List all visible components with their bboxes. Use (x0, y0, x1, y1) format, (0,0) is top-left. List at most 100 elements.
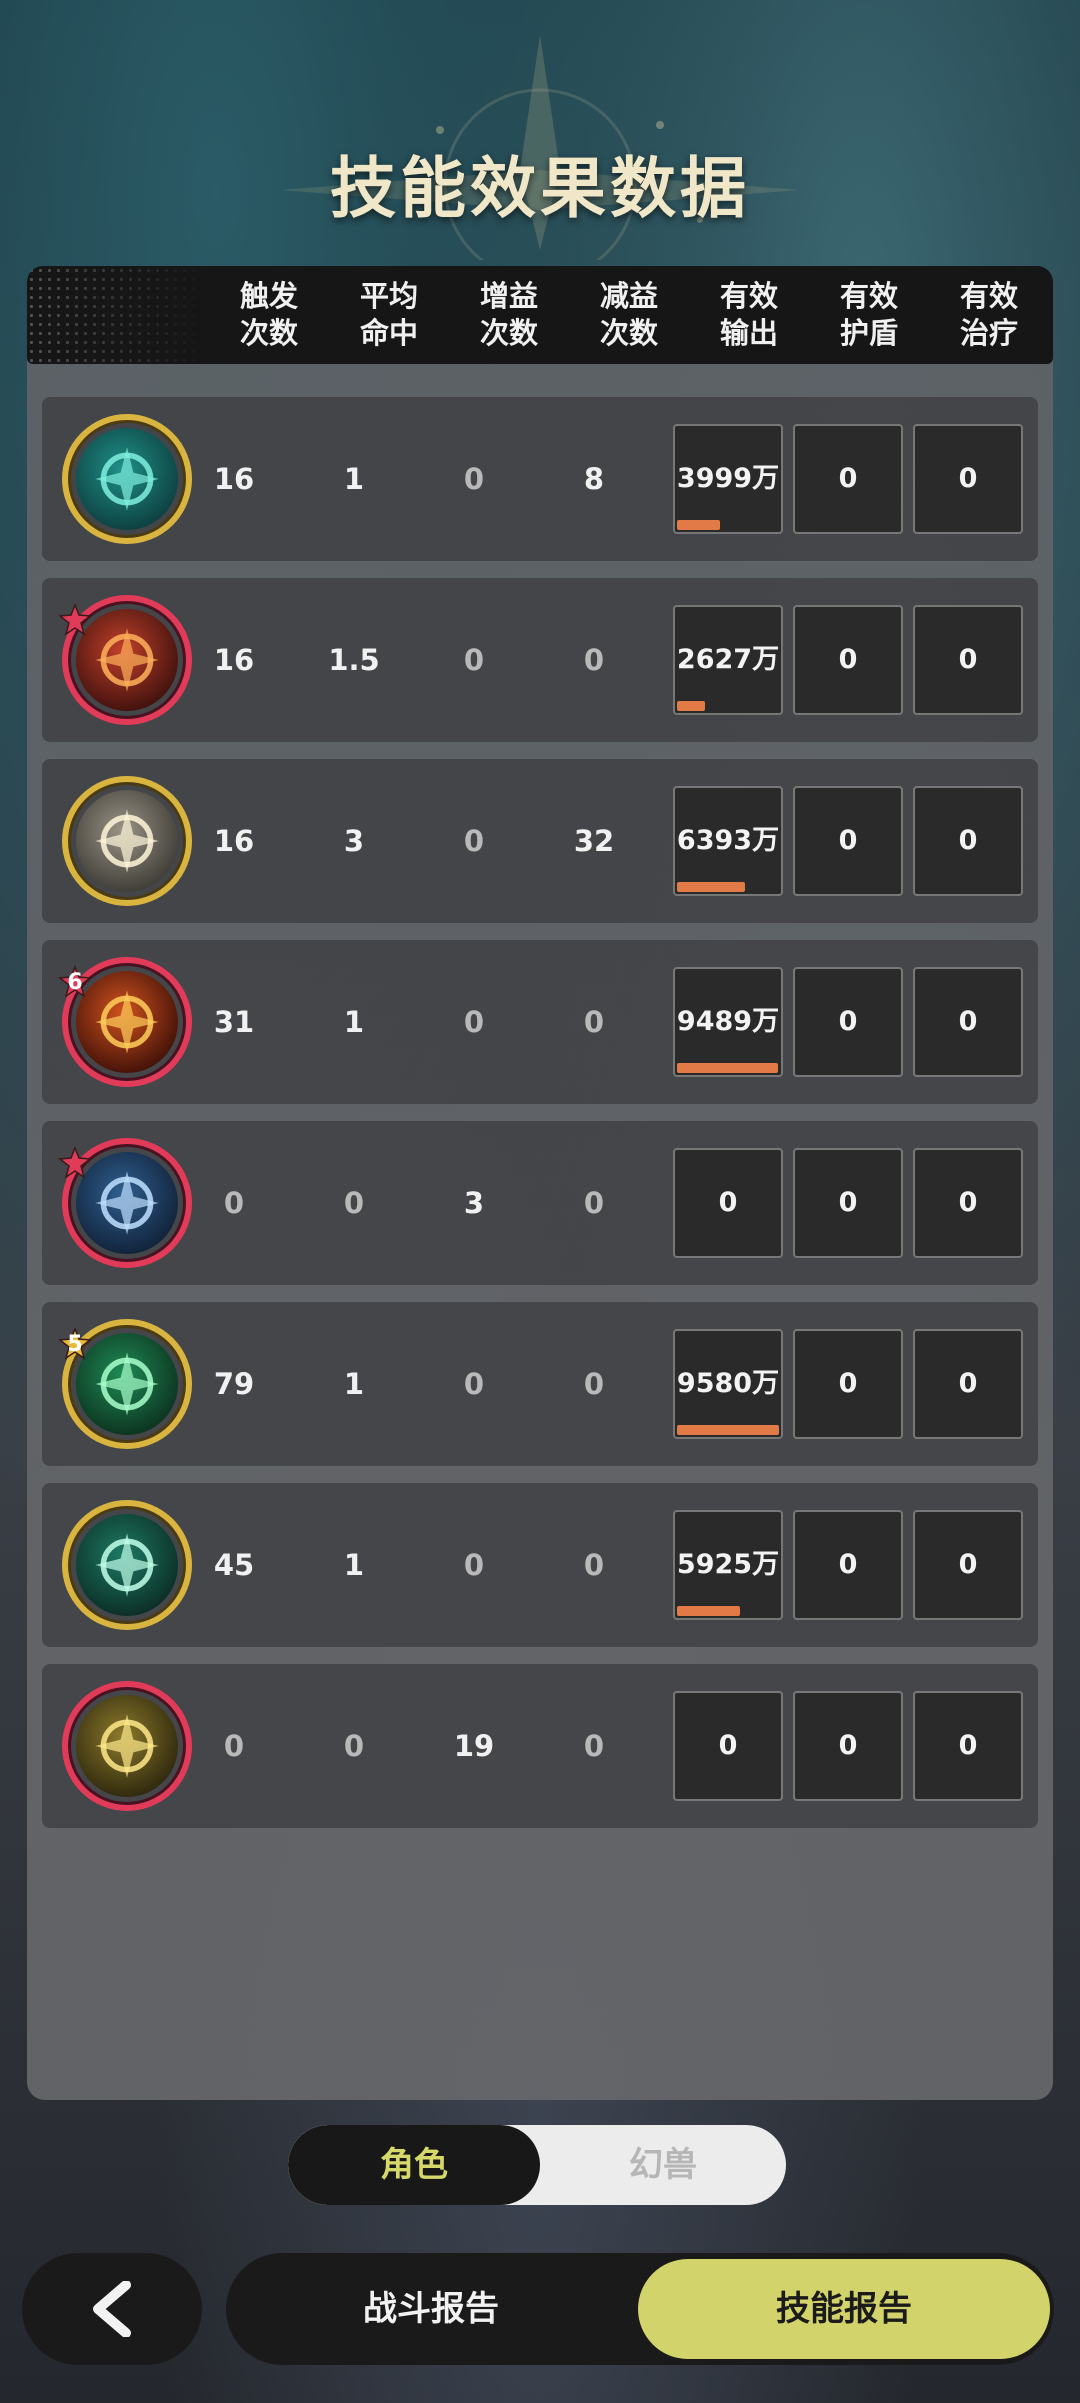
page-title: 技能效果数据 (330, 150, 750, 227)
effective-shield-cell: 0 (793, 1510, 903, 1620)
buff-count: 0 (463, 643, 485, 677)
skill-row: 45 1 0 0 5925万 0 0 (42, 1483, 1038, 1647)
avg-hit: 1 (343, 462, 365, 496)
effective-shield-cell: 0 (793, 605, 903, 715)
debuff-count: 0 (583, 1186, 605, 1220)
skill-glyph (95, 1714, 159, 1778)
effective-shield-cell: 0 (793, 967, 903, 1077)
debuff-count: 8 (583, 462, 605, 496)
skill-level-badge (58, 603, 92, 637)
skill-row: 16 1.5 0 0 2627万 0 0 (42, 578, 1038, 742)
star-icon (58, 603, 92, 636)
toggle-character[interactable]: 角色 (288, 2125, 540, 2205)
output-bar (677, 1606, 740, 1616)
buff-count: 0 (463, 1005, 485, 1039)
skill-row: 16 3 0 32 6393万 0 0 (42, 759, 1038, 923)
effective-heal-cell: 0 (913, 424, 1023, 534)
output-bar (677, 520, 720, 530)
effective-heal-cell: 0 (913, 605, 1023, 715)
effective-heal-cell: 0 (913, 786, 1023, 896)
buff-count: 0 (463, 1548, 485, 1582)
output-bar (677, 1425, 779, 1435)
toggle-beast[interactable]: 幻兽 (540, 2125, 786, 2205)
teal-vortex-skill-icon[interactable] (62, 414, 192, 544)
tab-battle-report[interactable]: 战斗报告 (226, 2253, 636, 2365)
avg-hit: 1 (343, 1548, 365, 1582)
buff-count: 3 (463, 1186, 485, 1220)
trigger-count: 45 (213, 1548, 255, 1582)
debuff-count: 0 (583, 1005, 605, 1039)
header-debuff-count: 减益 次数 (599, 279, 658, 350)
effective-shield-cell: 0 (793, 424, 903, 534)
green-arrows-skill-icon[interactable] (62, 1500, 192, 1630)
report-tabbar: 战斗报告 技能报告 (226, 2253, 1054, 2365)
effective-output-cell: 9580万 (673, 1329, 783, 1439)
skill-level-badge: 6 (58, 965, 92, 999)
skill-glyph (95, 447, 159, 511)
back-button[interactable] (22, 2253, 202, 2365)
trigger-count: 79 (213, 1367, 255, 1401)
effective-shield-cell: 0 (793, 786, 903, 896)
header-buff-count: 增益 次数 (479, 279, 538, 350)
fire-swirl-skill-icon[interactable]: 6 (58, 957, 192, 1087)
effective-heal-cell: 0 (913, 1329, 1023, 1439)
buff-count: 0 (463, 1367, 485, 1401)
avg-hit: 1 (343, 1005, 365, 1039)
effective-output-cell: 5925万 (673, 1510, 783, 1620)
header-effective-heal: 有效 治疗 (959, 279, 1018, 350)
header-effective-shield: 有效 护盾 (839, 279, 898, 350)
skill-glyph (95, 809, 159, 873)
buff-count: 0 (463, 824, 485, 858)
star-icon (58, 1146, 92, 1179)
header-trigger-count: 触发 次数 (239, 279, 298, 350)
output-bar (677, 1063, 778, 1073)
effective-shield-cell: 0 (793, 1691, 903, 1801)
effective-heal-cell: 0 (913, 1510, 1023, 1620)
trigger-count: 16 (213, 462, 255, 496)
avg-hit: 0 (343, 1186, 365, 1220)
effective-heal-cell: 0 (913, 1148, 1023, 1258)
skill-row: 0 0 3 0 0 0 0 (42, 1121, 1038, 1285)
header-effective-output: 有效 输出 (719, 279, 778, 350)
trigger-count: 0 (223, 1186, 245, 1220)
skill-row: 6 31 1 0 0 9489万 0 0 (42, 940, 1038, 1104)
crown-shield-skill-icon[interactable] (58, 1138, 192, 1268)
debuff-count: 0 (583, 1548, 605, 1582)
effective-output-cell: 2627万 (673, 605, 783, 715)
chevron-left-icon (93, 2281, 131, 2337)
output-bar (677, 882, 745, 892)
trigger-count: 31 (213, 1005, 255, 1039)
avg-hit: 1 (343, 1367, 365, 1401)
debuff-count: 0 (583, 643, 605, 677)
debuff-count: 0 (583, 1729, 605, 1763)
green-leaf-skill-icon[interactable]: 5 (58, 1319, 192, 1449)
avg-hit: 3 (343, 824, 365, 858)
effective-heal-cell: 0 (913, 1691, 1023, 1801)
effective-heal-cell: 0 (913, 967, 1023, 1077)
buff-count: 0 (463, 462, 485, 496)
skill-row: 16 1 0 8 3999万 0 0 (42, 397, 1038, 561)
table-header: 触发 次数 平均 命中 增益 次数 减益 次数 有效 输出 有效 护盾 有效 治疗 (27, 266, 1053, 364)
golden-spirit-skill-icon[interactable] (62, 1681, 192, 1811)
character-beast-toggle[interactable]: 角色 幻兽 (288, 2125, 786, 2205)
tab-skill-report[interactable]: 技能报告 (638, 2259, 1050, 2359)
header-avg-hit: 平均 命中 (359, 279, 418, 350)
buff-count: 19 (453, 1729, 495, 1763)
output-bar (677, 701, 705, 711)
debuff-count: 32 (573, 824, 615, 858)
skill-level-badge: 5 (58, 1327, 92, 1361)
trigger-count: 16 (213, 824, 255, 858)
effective-output-cell: 9489万 (673, 967, 783, 1077)
avg-hit: 0 (343, 1729, 365, 1763)
fire-slash-skill-icon[interactable] (58, 595, 192, 725)
trigger-count: 16 (213, 643, 255, 677)
lightning-star-skill-icon[interactable] (62, 776, 192, 906)
effective-shield-cell: 0 (793, 1329, 903, 1439)
debuff-count: 0 (583, 1367, 605, 1401)
skill-glyph (95, 1533, 159, 1597)
trigger-count: 0 (223, 1729, 245, 1763)
skill-row: 5 79 1 0 0 9580万 0 0 (42, 1302, 1038, 1466)
skill-level-badge (58, 1146, 92, 1180)
effective-output-cell: 0 (673, 1148, 783, 1258)
effective-output-cell: 6393万 (673, 786, 783, 896)
